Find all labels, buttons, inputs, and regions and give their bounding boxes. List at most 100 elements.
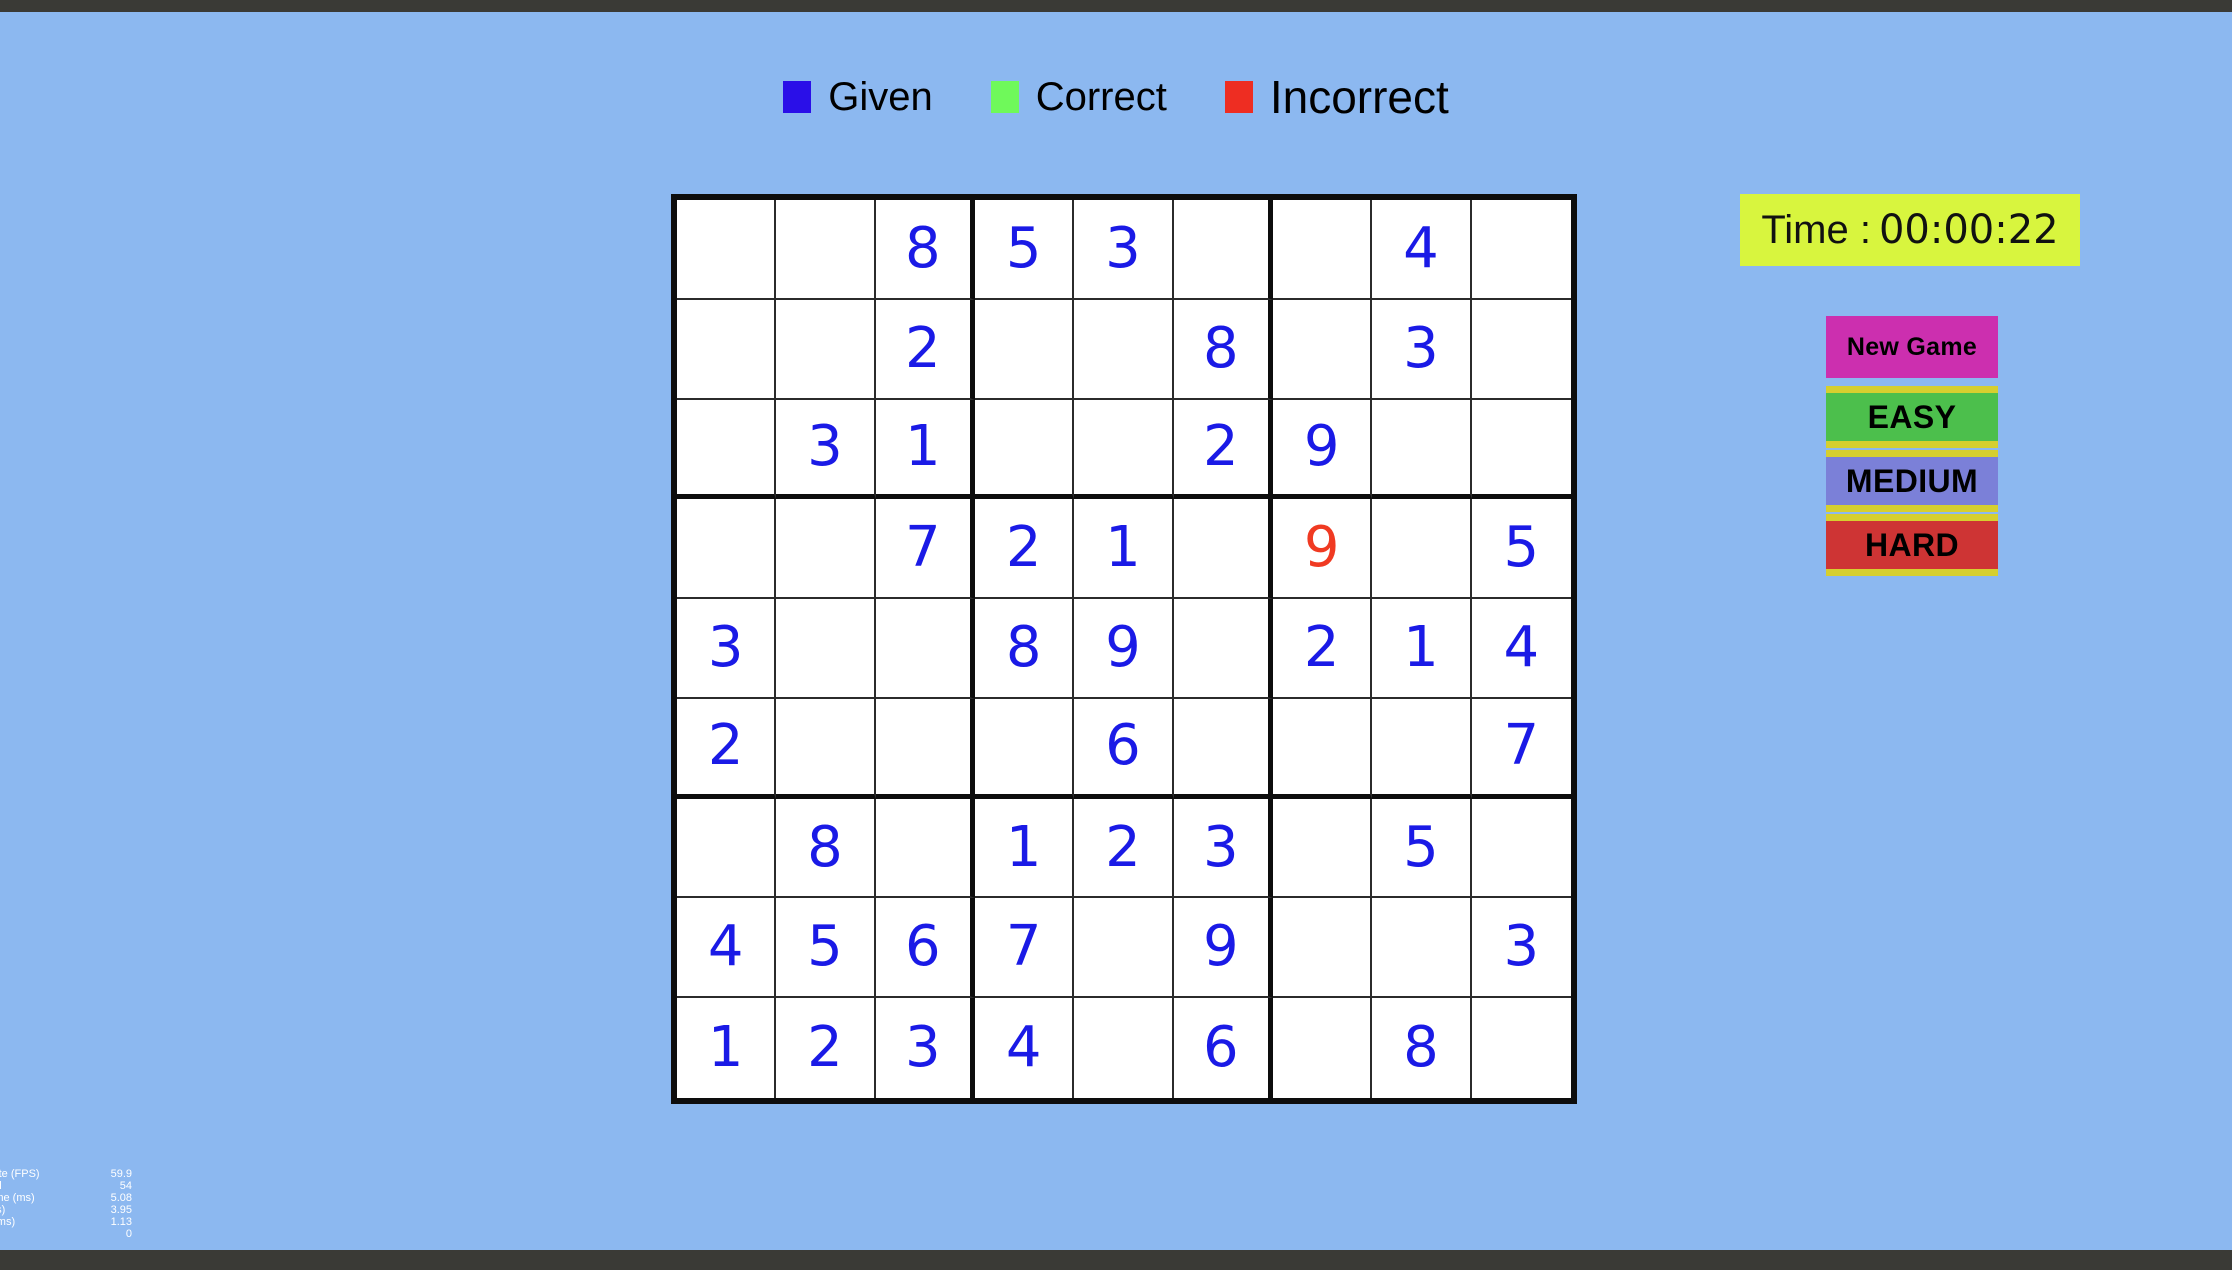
sudoku-cell[interactable] [776,299,876,400]
sudoku-cell[interactable]: 1 [1372,599,1472,699]
sudoku-cell[interactable]: 3 [1173,798,1273,899]
sudoku-cell[interactable]: 3 [875,998,975,1098]
sudoku-cell[interactable]: 4 [975,998,1075,1098]
sudoku-cell-value: 3 [707,614,744,680]
legend-label-given: Given [828,75,933,119]
sudoku-cell[interactable]: 4 [677,898,777,999]
sudoku-cell[interactable]: 8 [975,599,1075,699]
sudoku-cell[interactable] [1273,998,1373,1098]
sudoku-cell-value: 7 [1503,713,1540,779]
sudoku-cell[interactable] [875,798,975,899]
sudoku-cell[interactable] [677,200,777,300]
sudoku-cell-value: 9 [1303,413,1340,479]
sudoku-cell[interactable] [677,399,777,500]
difficulty-easy-button[interactable]: EASY [1826,386,1998,448]
sudoku-cell[interactable] [1074,998,1174,1098]
sudoku-game-window: Given Correct Incorrect 8534283312972195… [0,0,2232,1270]
difficulty-medium-button[interactable]: MEDIUM [1826,450,1998,512]
sudoku-cell[interactable] [776,698,876,799]
sudoku-cell[interactable]: 5 [776,898,876,999]
sudoku-cell[interactable]: 8 [1173,299,1273,400]
sudoku-cell[interactable] [975,698,1075,799]
sudoku-cell[interactable] [1471,998,1571,1098]
sudoku-cell[interactable]: 2 [875,299,975,400]
sudoku-cell[interactable]: 2 [776,998,876,1098]
sudoku-cell[interactable]: 1 [1074,499,1174,600]
sudoku-cell[interactable] [776,200,876,300]
sudoku-cell[interactable]: 2 [1273,599,1373,699]
sudoku-cell[interactable]: 5 [1372,798,1472,899]
sudoku-cell[interactable]: 3 [1372,299,1472,400]
sudoku-cell[interactable]: 4 [1372,200,1472,300]
sudoku-board: 8534283312972195389214267812354567931234… [671,194,1577,1104]
sudoku-cell[interactable] [1173,698,1273,799]
sudoku-cell-value: 3 [905,1015,941,1081]
sudoku-cell[interactable]: 9 [1273,399,1373,500]
difficulty-hard-button[interactable]: HARD [1826,514,1998,576]
sudoku-cell[interactable] [776,499,876,600]
sudoku-cell[interactable]: 8 [1372,998,1472,1098]
sudoku-cell[interactable] [1372,499,1472,600]
sudoku-cell[interactable]: 9 [1074,599,1174,699]
sudoku-cell-value: 5 [1503,515,1540,581]
sudoku-cell[interactable]: 7 [975,898,1075,999]
sudoku-cell[interactable] [1273,299,1373,400]
stat-value: 3.95 [110,1204,132,1216]
sudoku-cell[interactable]: 2 [1173,399,1273,500]
sudoku-cell[interactable]: 2 [1074,798,1174,899]
sudoku-cell[interactable] [677,798,777,899]
sudoku-cell[interactable] [1372,898,1472,999]
sudoku-cell[interactable]: 1 [677,998,777,1098]
sudoku-cell[interactable] [1173,499,1273,600]
sudoku-cell[interactable]: 8 [776,798,876,899]
sudoku-cell[interactable]: 1 [875,399,975,500]
sudoku-cell[interactable] [1372,698,1472,799]
sudoku-cell[interactable] [1173,599,1273,699]
sudoku-cell[interactable] [975,399,1075,500]
sudoku-cell[interactable] [1074,299,1174,400]
sudoku-cell[interactable] [1273,698,1373,799]
sudoku-cell[interactable]: 6 [875,898,975,999]
sudoku-cell[interactable] [1074,399,1174,500]
sudoku-cell[interactable] [875,698,975,799]
sudoku-cell[interactable]: 2 [975,499,1075,600]
sudoku-cell-value: 1 [1005,814,1042,880]
sudoku-cell[interactable]: 3 [1471,898,1571,999]
sudoku-cell[interactable] [1471,299,1571,400]
sudoku-cell[interactable] [1372,399,1472,500]
sudoku-cell[interactable]: 6 [1173,998,1273,1098]
sudoku-cell[interactable]: 5 [1471,499,1571,600]
sudoku-cell[interactable] [1173,200,1273,300]
sudoku-cell[interactable] [677,299,777,400]
sudoku-cell[interactable]: 9 [1273,499,1373,600]
sudoku-cell[interactable]: 2 [677,698,777,799]
sudoku-cell[interactable] [1471,399,1571,500]
sudoku-cell[interactable] [1273,898,1373,999]
new-game-button[interactable]: New Game [1826,316,1998,378]
sudoku-cell[interactable]: 8 [875,200,975,300]
sudoku-cell-value: 8 [1403,1015,1439,1081]
sudoku-cell[interactable]: 9 [1173,898,1273,999]
sudoku-cell[interactable] [1273,200,1373,300]
sudoku-cell[interactable] [776,599,876,699]
sudoku-cell[interactable] [1074,898,1174,999]
stat-row: Draw Call 54 [0,1180,132,1192]
sudoku-cell[interactable]: 1 [975,798,1075,899]
timer-label: Time : [1761,208,1871,252]
sudoku-cell[interactable]: 5 [975,200,1075,300]
sudoku-cell[interactable]: 3 [677,599,777,699]
sudoku-cell[interactable] [1273,798,1373,899]
sudoku-cell[interactable]: 6 [1074,698,1174,799]
sudoku-cell[interactable]: 3 [776,399,876,500]
sudoku-cell[interactable] [875,599,975,699]
sudoku-cell[interactable] [1471,798,1571,899]
timer-display: Time : 00:00:22 [1740,194,2080,266]
sudoku-cell[interactable]: 7 [875,499,975,600]
sudoku-cell[interactable] [677,499,777,600]
sudoku-cell[interactable]: 7 [1471,698,1571,799]
sudoku-cell[interactable]: 4 [1471,599,1571,699]
sudoku-cell-value: 4 [1005,1015,1042,1081]
sudoku-cell[interactable]: 3 [1074,200,1174,300]
sudoku-cell[interactable] [975,299,1075,400]
sudoku-cell[interactable] [1471,200,1571,300]
